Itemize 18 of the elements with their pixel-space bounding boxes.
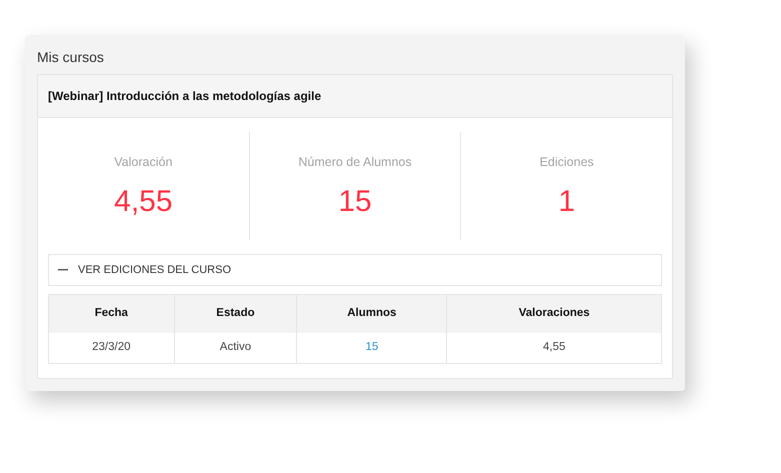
table-cell: 4,55 [446, 332, 662, 364]
table-cell: 23/3/20 [48, 332, 174, 364]
minus-icon [58, 269, 68, 271]
editions-toggle[interactable]: VER EDICIONES DEL CURSO [48, 254, 662, 286]
stat-label: Ediciones [540, 154, 594, 171]
stat-value: 15 [338, 184, 372, 220]
stat-value: 1 [558, 184, 576, 220]
column-header: Alumnos [296, 294, 447, 332]
course-title: [Webinar] Introducción a las metodologías agile [38, 75, 672, 118]
column-header: Valoraciones [446, 294, 662, 332]
stat-label: Número de Alumnos [298, 154, 412, 171]
students-link[interactable]: 15 [365, 341, 378, 354]
column-header: Fecha [48, 294, 174, 332]
stat-label: Valoración [114, 154, 172, 171]
stat-value: 4,55 [114, 184, 173, 220]
section-title: Mis cursos [37, 48, 105, 67]
column-header: Estado [174, 294, 297, 332]
table-cell: Activo [174, 332, 297, 364]
